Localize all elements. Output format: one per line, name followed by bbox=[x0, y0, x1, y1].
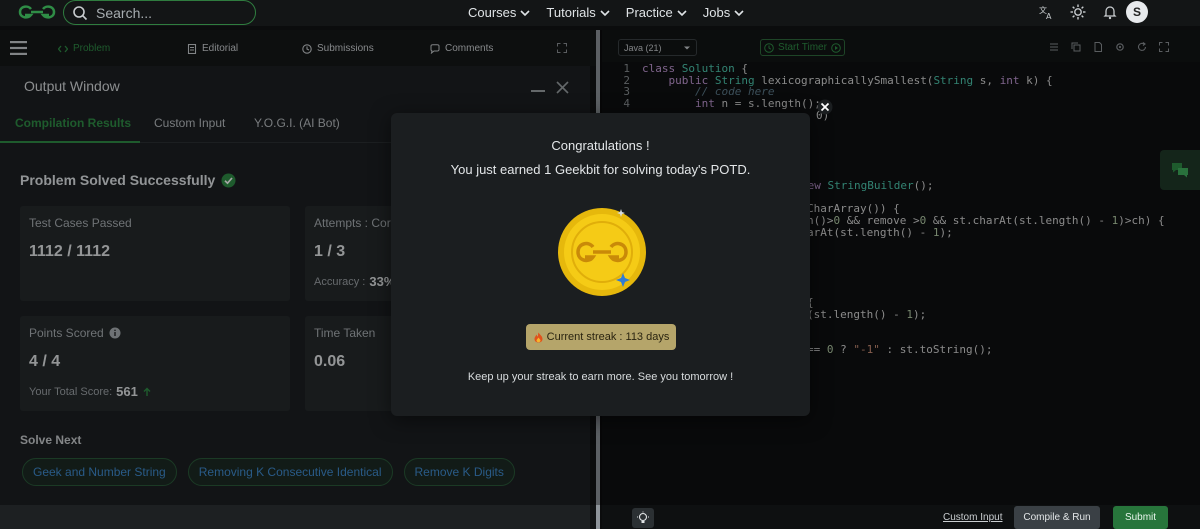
menu-label: Courses bbox=[468, 5, 517, 20]
gfg-logo[interactable] bbox=[17, 2, 57, 22]
compile-run-button[interactable]: Compile & Run bbox=[1014, 506, 1100, 529]
translate-icon[interactable]: 文A bbox=[1038, 4, 1054, 20]
menu-courses[interactable]: Courses bbox=[468, 5, 530, 20]
modal-title: Congratulations ! bbox=[551, 138, 650, 153]
modal-close-icon[interactable] bbox=[817, 99, 833, 115]
chevron-down-icon bbox=[600, 9, 610, 16]
menu-label: Jobs bbox=[702, 5, 731, 20]
chevron-down-icon bbox=[520, 9, 530, 16]
streak-badge: Current streak : 113 days bbox=[526, 324, 676, 350]
chevron-down-icon bbox=[677, 9, 687, 16]
bell-icon[interactable] bbox=[1102, 4, 1118, 20]
top-navbar: Search... Courses Tutorials Practice Job… bbox=[0, 0, 1200, 26]
submit-button[interactable]: Submit bbox=[1113, 506, 1168, 529]
menu-label: Tutorials bbox=[546, 5, 596, 20]
editor-bottom-bar bbox=[602, 505, 1200, 529]
streak-text: Current streak : 113 days bbox=[546, 331, 670, 343]
svg-text:A: A bbox=[1046, 12, 1052, 20]
geekbit-coin-icon bbox=[558, 208, 646, 296]
chevron-down-icon bbox=[734, 9, 744, 16]
congrats-modal: Congratulations ! You just earned 1 Geek… bbox=[391, 113, 810, 416]
avatar[interactable]: S bbox=[1126, 1, 1148, 23]
lightbulb-icon bbox=[637, 511, 649, 523]
search-placeholder: Search... bbox=[96, 4, 153, 21]
menu-tutorials[interactable]: Tutorials bbox=[546, 5, 610, 20]
custom-input-link[interactable]: Custom Input bbox=[943, 512, 1002, 523]
fire-icon bbox=[534, 332, 543, 342]
main-menu: Courses Tutorials Practice Jobs bbox=[468, 5, 744, 20]
theme-icon[interactable] bbox=[1070, 4, 1086, 20]
search-icon bbox=[73, 5, 88, 20]
menu-practice[interactable]: Practice bbox=[626, 5, 687, 20]
nav-icons: 文A bbox=[1038, 4, 1118, 20]
menu-label: Practice bbox=[625, 5, 673, 20]
modal-subtitle: You just earned 1 Geekbit for solving to… bbox=[450, 162, 751, 177]
hint-button[interactable] bbox=[632, 508, 654, 528]
modal-footer: Keep up your streak to earn more. See yo… bbox=[467, 371, 734, 383]
menu-jobs[interactable]: Jobs bbox=[703, 5, 744, 20]
search-box[interactable]: Search... bbox=[63, 0, 256, 25]
